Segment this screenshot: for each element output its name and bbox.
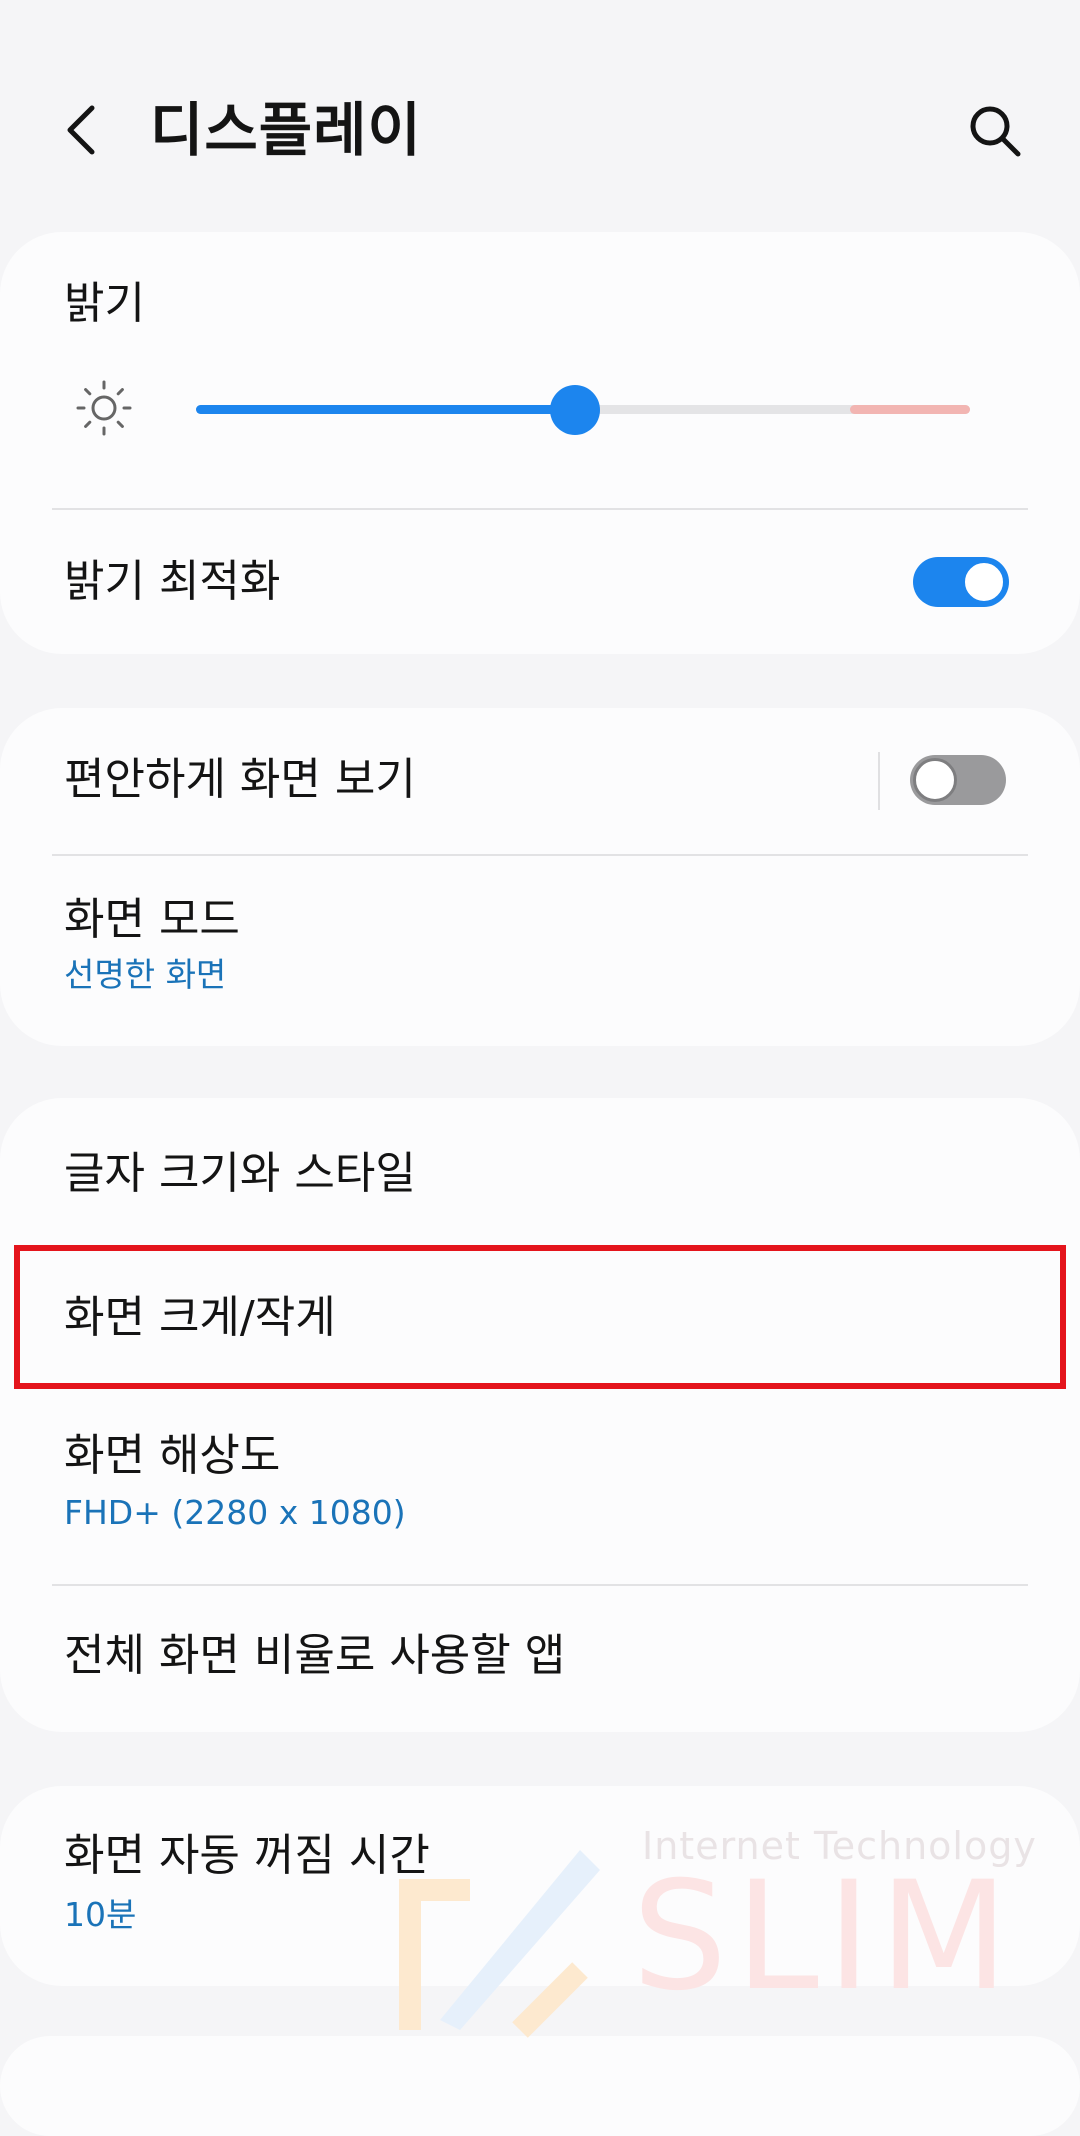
slider-thumb[interactable]: [550, 385, 601, 435]
vertical-separator: [878, 752, 880, 810]
back-button[interactable]: [52, 92, 112, 168]
screen-resolution-label: 화면 해상도: [64, 1430, 281, 1481]
sun-icon: [76, 380, 132, 436]
fullscreen-apps-row[interactable]: 전체 화면 비율로 사용할 앱: [0, 1586, 1080, 1732]
eye-comfort-label: 편안하게 화면 보기: [64, 754, 416, 805]
adaptive-brightness-row[interactable]: 밝기 최적화: [0, 510, 1080, 654]
search-icon: [970, 106, 1021, 157]
font-size-style-row[interactable]: 글자 크기와 스타일: [0, 1098, 1080, 1246]
adaptive-brightness-label: 밝기 최적화: [64, 556, 281, 607]
adaptive-brightness-toggle[interactable]: [913, 557, 1009, 607]
screen-timeout-card: 화면 자동 꺼짐 시간 10분: [0, 1786, 1080, 1986]
screen-size-card: 글자 크기와 스타일 화면 크게/작게 화면 해상도 FHD+ (2280 x …: [0, 1098, 1080, 1732]
toggle-knob: [913, 758, 957, 802]
screen-resolution-value: FHD+ (2280 x 1080): [64, 1493, 406, 1532]
display-mode-card: 편안하게 화면 보기 화면 모드 선명한 화면: [0, 708, 1080, 1046]
slider-high-zone: [850, 405, 970, 414]
brightness-slider[interactable]: [196, 385, 970, 435]
screen-timeout-row[interactable]: 화면 자동 꺼짐 시간 10분: [0, 1786, 1080, 1986]
toggle-knob: [962, 560, 1006, 604]
eye-comfort-row[interactable]: 편안하게 화면 보기: [0, 708, 1080, 856]
page-title: 디스플레이: [150, 96, 422, 164]
chevron-left-icon: [67, 105, 95, 155]
app-bar: 디스플레이: [0, 0, 1080, 230]
slider-fill: [196, 405, 576, 414]
brightness-card: 밝기 밝기 최적화: [0, 232, 1080, 654]
brightness-label: 밝기: [64, 278, 145, 329]
fullscreen-apps-label: 전체 화면 비율로 사용할 앱: [64, 1630, 566, 1681]
screen-zoom-row[interactable]: 화면 크게/작게: [0, 1246, 1080, 1390]
screen-timeout-value: 10분: [64, 1895, 137, 1934]
screen-timeout-label: 화면 자동 꺼짐 시간: [64, 1830, 430, 1881]
screen-mode-value: 선명한 화면: [64, 955, 227, 994]
screen-zoom-label: 화면 크게/작게: [64, 1292, 336, 1343]
screen-mode-label: 화면 모드: [64, 894, 240, 945]
search-button[interactable]: [960, 96, 1030, 166]
screen-mode-row[interactable]: 화면 모드 선명한 화면: [0, 856, 1080, 1046]
screen-resolution-row[interactable]: 화면 해상도 FHD+ (2280 x 1080): [0, 1390, 1080, 1584]
font-size-style-label: 글자 크기와 스타일: [64, 1148, 416, 1199]
next-card-peek: [0, 2036, 1080, 2136]
eye-comfort-toggle[interactable]: [910, 755, 1006, 805]
